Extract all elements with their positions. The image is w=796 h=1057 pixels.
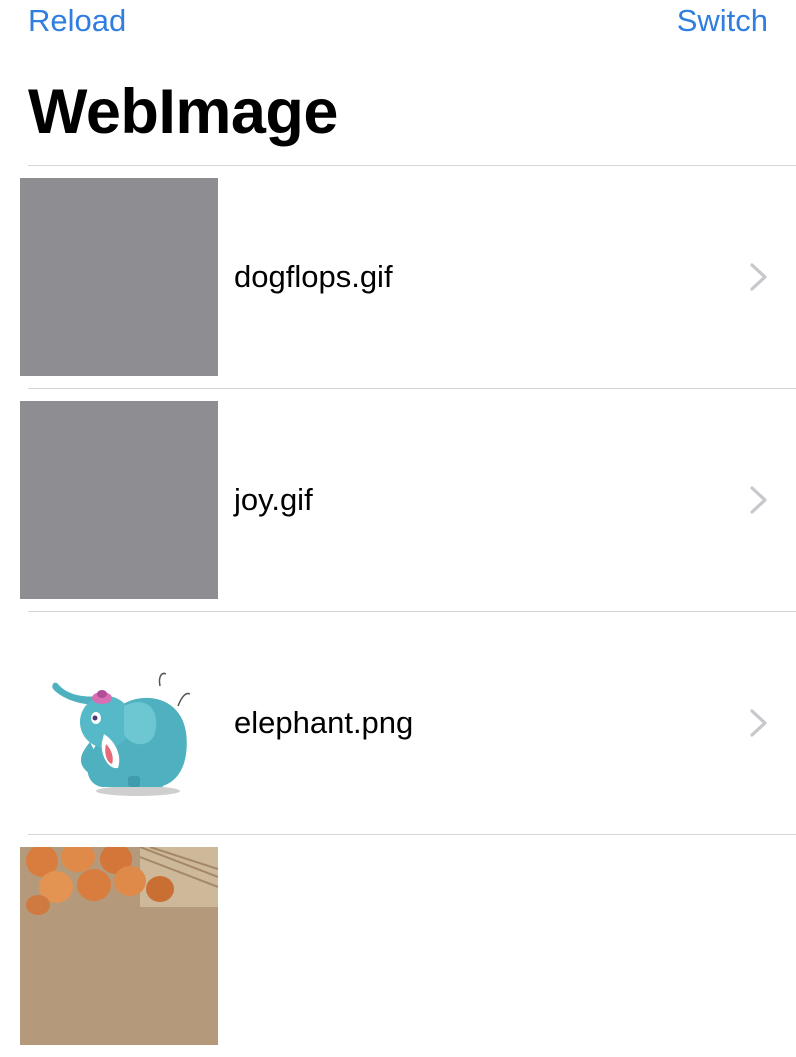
list-item[interactable]: elephant.png: [0, 612, 796, 834]
list-item[interactable]: dogflops.gif: [0, 166, 796, 388]
switch-button[interactable]: Switch: [677, 2, 768, 40]
chevron-right-icon: [750, 709, 767, 737]
eggs-photo: [20, 847, 218, 1045]
image-filename: elephant.png: [234, 705, 414, 740]
image-filename: joy.gif: [234, 482, 313, 517]
image-list: dogflops.gif joy.gif elephant.png: [0, 165, 796, 1057]
elephant-illustration: [52, 672, 191, 796]
chevron-right-icon: [750, 263, 767, 291]
list-item[interactable]: [0, 835, 796, 1057]
reload-button[interactable]: Reload: [28, 2, 126, 40]
list-item[interactable]: joy.gif: [0, 389, 796, 611]
image-filename: dogflops.gif: [234, 259, 393, 294]
page-title: WebImage: [28, 77, 338, 147]
image-thumbnail: [20, 178, 218, 376]
elephant-thumbnail: [20, 624, 218, 822]
image-thumbnail: [20, 401, 218, 599]
chevron-right-icon: [750, 486, 767, 514]
eggs-thumbnail: [20, 847, 218, 1045]
